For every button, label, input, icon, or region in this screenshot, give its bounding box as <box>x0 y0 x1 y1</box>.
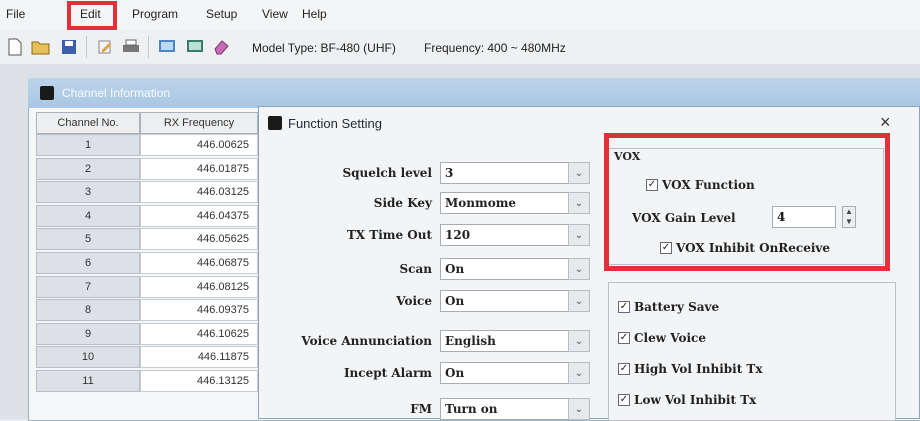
edit-menu-highlight <box>67 1 117 30</box>
chevron-down-icon[interactable]: ⌄ <box>568 330 590 352</box>
field-label: Voice Annunciation <box>301 334 432 348</box>
channel-no-cell[interactable]: 5 <box>36 228 140 251</box>
menu-setup[interactable]: Setup <box>206 7 237 21</box>
model-type-label: Model Type: BF-480 (UHF) <box>252 41 396 55</box>
field-label: TX Time Out <box>346 228 432 242</box>
channel-no-cell[interactable]: 1 <box>36 134 140 156</box>
save-icon[interactable] <box>58 36 80 58</box>
field-label: FM <box>410 402 432 416</box>
field-combobox[interactable]: Monmome <box>440 192 570 214</box>
channel-no-cell[interactable]: 6 <box>36 252 140 274</box>
toolbar-separator <box>148 36 149 58</box>
field-label: Side Key <box>373 196 432 210</box>
window-icon <box>40 86 54 100</box>
channel-no-cell[interactable]: 10 <box>36 346 140 369</box>
close-icon[interactable]: × <box>880 112 891 133</box>
edit-icon[interactable] <box>94 36 116 58</box>
channel-no-cell[interactable]: 7 <box>36 275 140 298</box>
option-label: Low Vol Inhibit Tx <box>634 393 757 407</box>
chevron-down-icon[interactable]: ⌄ <box>568 290 590 312</box>
option-label: Battery Save <box>634 300 720 314</box>
menu-help[interactable]: Help <box>302 7 327 21</box>
menu-file[interactable]: File <box>6 7 25 21</box>
field-combobox[interactable]: On <box>440 258 570 280</box>
option-checkbox[interactable]: ✓ <box>618 301 630 313</box>
field-label: Squelch level <box>342 166 432 180</box>
field-combobox[interactable]: 120 <box>440 224 570 246</box>
column-header-channel-no[interactable]: Channel No. <box>36 112 140 134</box>
field-combobox[interactable]: On <box>440 290 570 312</box>
read-icon[interactable] <box>156 36 178 58</box>
option-label: High Vol Inhibit Tx <box>634 362 763 376</box>
frequency-label: Frequency: 400 ~ 480MHz <box>424 41 566 55</box>
option-checkbox[interactable]: ✓ <box>618 394 630 406</box>
rx-frequency-cell[interactable]: 446.13125 <box>140 370 258 392</box>
field-combobox[interactable]: 3 <box>440 162 570 184</box>
rx-frequency-cell[interactable]: 446.00625 <box>140 134 258 156</box>
dialog-title: Function Setting <box>288 116 382 131</box>
menu-program[interactable]: Program <box>132 7 178 21</box>
rx-frequency-cell[interactable]: 446.09375 <box>140 299 258 322</box>
channel-no-cell[interactable]: 9 <box>36 322 140 345</box>
rx-frequency-cell[interactable]: 446.08125 <box>140 275 258 298</box>
rx-frequency-cell[interactable]: 446.05625 <box>140 228 258 251</box>
eraser-icon[interactable] <box>210 36 232 58</box>
chevron-down-icon[interactable]: ⌄ <box>568 258 590 280</box>
toolbar-separator <box>86 36 87 58</box>
rx-frequency-cell[interactable]: 446.01875 <box>140 157 258 180</box>
option-checkbox[interactable]: ✓ <box>618 332 630 344</box>
chevron-down-icon[interactable]: ⌄ <box>568 192 590 214</box>
channel-no-cell[interactable]: 4 <box>36 204 140 227</box>
print-icon[interactable] <box>120 36 142 58</box>
dialog-icon <box>268 116 282 130</box>
channel-no-cell[interactable]: 8 <box>36 299 140 322</box>
rx-frequency-cell[interactable]: 446.06875 <box>140 252 258 274</box>
option-label: Clew Voice <box>634 331 706 345</box>
chevron-down-icon[interactable]: ⌄ <box>568 362 590 384</box>
channel-window-title: Channel Information <box>62 86 171 100</box>
chevron-down-icon[interactable]: ⌄ <box>568 224 590 246</box>
field-combobox[interactable]: On <box>440 362 570 384</box>
channel-no-cell[interactable]: 2 <box>36 157 140 180</box>
chevron-down-icon[interactable]: ⌄ <box>568 162 590 184</box>
write-icon[interactable] <box>184 36 206 58</box>
chevron-down-icon[interactable]: ⌄ <box>568 398 590 420</box>
field-label: Scan <box>399 262 432 276</box>
menu-view[interactable]: View <box>262 7 288 21</box>
rx-frequency-cell[interactable]: 446.11875 <box>140 346 258 369</box>
field-combobox[interactable]: Turn on <box>440 398 570 420</box>
channel-no-cell[interactable]: 3 <box>36 181 140 204</box>
open-icon[interactable] <box>30 36 52 58</box>
rx-frequency-cell[interactable]: 446.03125 <box>140 181 258 204</box>
column-header-rx-frequency[interactable]: RX Frequency <box>140 112 258 134</box>
option-checkbox[interactable]: ✓ <box>618 363 630 375</box>
field-label: Voice <box>396 294 432 308</box>
field-label: Incept Alarm <box>343 366 432 380</box>
new-icon[interactable] <box>4 36 26 58</box>
rx-frequency-cell[interactable]: 446.04375 <box>140 204 258 227</box>
vox-highlight-box <box>604 133 890 271</box>
field-combobox[interactable]: English <box>440 330 570 352</box>
rx-frequency-cell[interactable]: 446.10625 <box>140 322 258 345</box>
channel-no-cell[interactable]: 11 <box>36 370 140 392</box>
